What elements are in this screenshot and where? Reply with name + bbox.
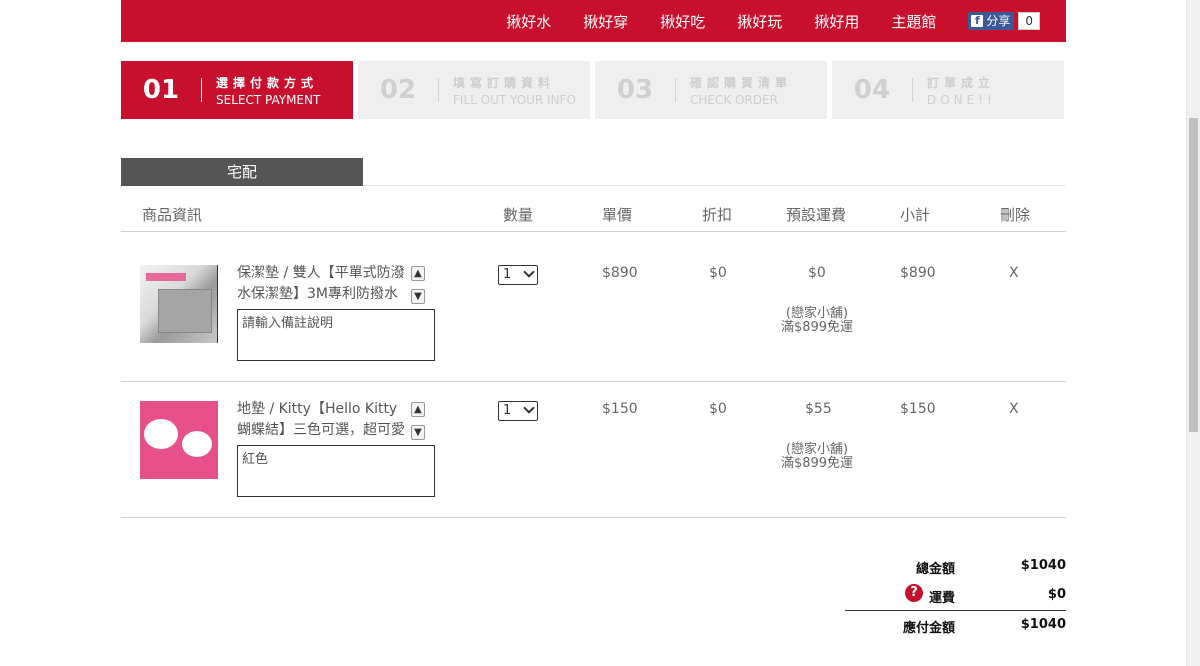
scrollbar-thumb[interactable] [1189, 118, 1198, 432]
header-qty: 數量 [503, 206, 534, 224]
chevron-down-icon [523, 266, 535, 278]
order-totals: 總金額 $1040 ? 運費 $0 應付金額 $1040 [845, 552, 1066, 640]
subtotal: $150 [900, 401, 936, 417]
step-check-order: 03 確認購買清單 CHECK ORDER [595, 61, 827, 119]
nav-item-theme[interactable]: 主題館 [891, 11, 936, 32]
delete-button[interactable]: X [1009, 401, 1019, 417]
question-icon[interactable]: ? [905, 584, 923, 602]
quantity-value: 1 [503, 403, 512, 418]
chevron-down-icon[interactable]: ▼ [411, 425, 425, 440]
subtotal: $890 [900, 265, 936, 281]
chevron-up-icon[interactable]: ▲ [411, 402, 425, 417]
unit-price: $890 [602, 265, 638, 281]
payable-value: $1040 [1020, 617, 1066, 632]
shipping-note: (戀家小舖) 滿$899免運 [780, 306, 854, 335]
main-nav: 揪好水 揪好穿 揪好吃 揪好玩 揪好用 主題館 f 分享 0 [506, 0, 1066, 42]
step-fill-info: 02 填寫訂購資料 FILL OUT YOUR INFO [358, 61, 590, 119]
header-shipping: 預設運費 [786, 206, 847, 224]
step-divider [201, 78, 202, 102]
header-product: 商品資訊 [142, 206, 203, 224]
step-divider [912, 78, 913, 102]
chevron-up-icon[interactable]: ▲ [411, 266, 425, 281]
nav-item-eat[interactable]: 揪好吃 [660, 11, 705, 32]
chevron-down-icon [523, 402, 535, 414]
step-title-en: SELECT PAYMENT [216, 92, 321, 107]
step-title-en: CHECK ORDER [690, 92, 778, 107]
total-value: $1040 [1020, 558, 1066, 573]
step-number: 03 [616, 75, 654, 105]
share-count: 0 [1018, 12, 1040, 30]
shipping-fee: $55 [805, 401, 832, 417]
share-label: 分享 [986, 14, 1011, 28]
quantity-select[interactable]: 1 [498, 265, 538, 285]
cart-table-header: 商品資訊 數量 單價 折扣 預設運費 小計 刪除 [121, 196, 1066, 232]
tab-home-delivery[interactable]: 宅配 [121, 158, 363, 186]
table-row: 地墊 / Kitty【Hello Kitty 蝴蝶結】三色可選，超可愛夢 ▲ ▼… [121, 382, 1066, 518]
note-placeholder: 請輸入備註說明 [242, 316, 334, 331]
quantity-value: 1 [503, 267, 512, 282]
unit-price: $150 [602, 401, 638, 417]
discount: $0 [709, 401, 727, 417]
top-nav-bar: 揪好水 揪好穿 揪好吃 揪好玩 揪好用 主題館 f 分享 0 [121, 0, 1066, 42]
step-title-zh: 填寫訂購資料 [453, 75, 556, 90]
facebook-share: f 分享 0 [968, 12, 1040, 30]
nav-item-use[interactable]: 揪好用 [814, 11, 859, 32]
payable-label: 應付金額 [902, 621, 955, 636]
product-name-scroller[interactable]: ▲ ▼ [411, 266, 425, 304]
product-name[interactable]: 保潔墊 / 雙人【平單式防潑水保潔墊】3M專利防撥水配 [237, 263, 409, 305]
header-price: 單價 [602, 206, 633, 224]
product-name-scroller[interactable]: ▲ ▼ [411, 402, 425, 440]
total-row: 總金額 $1040 [845, 552, 1066, 581]
discount: $0 [709, 265, 727, 281]
product-image[interactable] [140, 401, 218, 479]
shipping-fee: $0 [808, 265, 826, 281]
step-done: 04 訂單成立 DONE!! [832, 61, 1064, 119]
chevron-down-icon[interactable]: ▼ [411, 289, 425, 304]
step-title-zh: 確認購買清單 [690, 75, 793, 90]
note-field[interactable]: 紅色 [237, 445, 435, 497]
header-discount: 折扣 [702, 206, 733, 224]
page-scrollbar[interactable] [1186, 0, 1200, 666]
payable-row: 應付金額 $1040 [845, 611, 1066, 640]
step-divider [675, 78, 676, 102]
shipping-value: $0 [1047, 587, 1066, 602]
total-label: 總金額 [915, 562, 955, 577]
table-row: 保潔墊 / 雙人【平單式防潑水保潔墊】3M專利防撥水配 ▲ ▼ 請輸入備註說明 … [121, 232, 1066, 382]
product-image[interactable] [140, 265, 218, 343]
delete-button[interactable]: X [1009, 265, 1019, 281]
step-number: 04 [853, 75, 891, 105]
shipping-note: (戀家小舖) 滿$899免運 [780, 442, 854, 471]
header-delete: 刪除 [1000, 206, 1031, 224]
shipping-label: 運費 [928, 591, 955, 606]
facebook-share-button[interactable]: f 分享 [968, 12, 1015, 30]
quantity-select[interactable]: 1 [498, 401, 538, 421]
nav-item-water[interactable]: 揪好水 [506, 11, 551, 32]
step-divider [438, 78, 439, 102]
nav-item-play[interactable]: 揪好玩 [737, 11, 782, 32]
step-number: 01 [142, 75, 180, 105]
step-number: 02 [379, 75, 417, 105]
product-name[interactable]: 地墊 / Kitty【Hello Kitty 蝴蝶結】三色可選，超可愛夢 [237, 399, 409, 441]
note-value: 紅色 [242, 452, 269, 467]
header-subtotal: 小計 [900, 206, 931, 224]
note-field[interactable]: 請輸入備註說明 [237, 309, 435, 361]
checkout-steps: 01 選擇付款方式 SELECT PAYMENT 02 填寫訂購資料 FILL … [121, 61, 1066, 119]
nav-item-wear[interactable]: 揪好穿 [583, 11, 628, 32]
step-title-zh: 訂單成立 [927, 75, 996, 90]
shipping-row: ? 運費 $0 [845, 581, 1066, 610]
facebook-icon: f [971, 15, 984, 27]
step-title-zh: 選擇付款方式 [216, 75, 319, 90]
tab-divider [363, 185, 1066, 186]
step-title-en: FILL OUT YOUR INFO [453, 92, 576, 107]
step-title-en: DONE!! [927, 92, 996, 107]
step-select-payment: 01 選擇付款方式 SELECT PAYMENT [121, 61, 353, 119]
